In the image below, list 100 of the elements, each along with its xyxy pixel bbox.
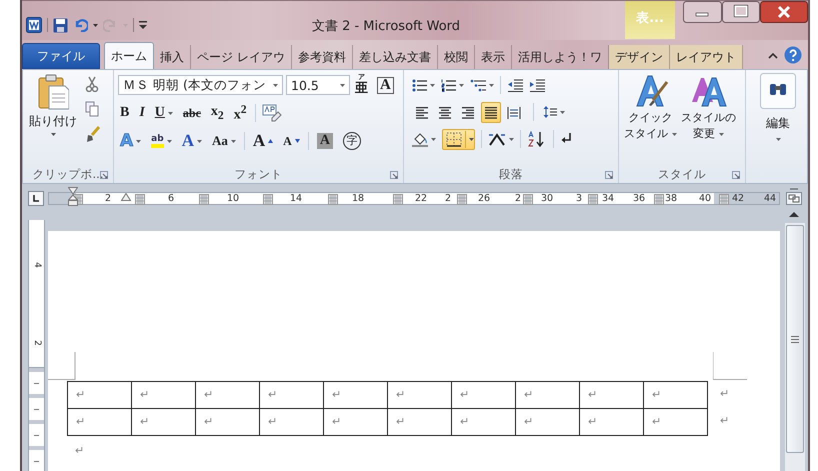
numbered-list-icon[interactable] [441, 78, 456, 92]
font-color-button[interactable]: A [180, 131, 204, 151]
table-cell[interactable]: ↵ [67, 408, 132, 436]
decrease-indent-icon[interactable] [507, 78, 523, 92]
tab-selector-icon[interactable] [28, 191, 44, 206]
grow-font-button[interactable]: A [250, 131, 276, 151]
column-marker-icon[interactable] [393, 194, 403, 205]
scissors-icon[interactable] [85, 76, 99, 92]
italic-button[interactable]: I [137, 103, 147, 123]
customize-icon[interactable] [139, 20, 147, 30]
caret-icon[interactable] [459, 84, 464, 86]
caret-icon[interactable] [93, 24, 98, 26]
column-marker-icon[interactable] [135, 194, 145, 205]
strikethrough-button[interactable]: abc [180, 103, 203, 123]
bullet-list-icon[interactable] [412, 78, 427, 92]
app-icon[interactable] [26, 17, 42, 33]
grow-arrow-icon[interactable] [268, 139, 274, 143]
caret-icon[interactable] [196, 140, 202, 142]
ribbon-tab[interactable]: ホーム [104, 42, 154, 69]
copy-icon[interactable] [85, 101, 99, 117]
quick-styles-button[interactable]: クイック スタイル [623, 72, 678, 166]
group-label: 段落 [499, 167, 523, 182]
underline-button[interactable]: U [152, 103, 175, 123]
scrollbar-thumb[interactable] [786, 225, 804, 453]
minimize-button[interactable] [683, 1, 722, 23]
caret-icon[interactable] [672, 132, 677, 136]
dialog-launcher-icon[interactable] [390, 171, 398, 179]
table-cell[interactable]: ↵ [643, 381, 708, 409]
justify-button[interactable] [481, 102, 501, 122]
highlight-button[interactable]: ab [149, 131, 174, 151]
caret-icon[interactable] [560, 110, 565, 114]
caret-icon[interactable] [509, 138, 514, 140]
indent-marker-icon[interactable] [68, 187, 78, 207]
dialog-launcher-icon[interactable] [732, 171, 740, 179]
shrink-arrow-icon[interactable] [294, 139, 300, 143]
ribbon-tab[interactable]: デザイン [608, 45, 670, 69]
ruler-number: 2 [514, 193, 522, 204]
ruler-number: 42 [732, 193, 744, 204]
view-ruler-icon[interactable] [785, 188, 803, 205]
caret-icon[interactable] [719, 132, 724, 136]
dialog-launcher-icon[interactable] [605, 171, 613, 179]
column-marker-icon[interactable] [654, 194, 664, 205]
shading-icon[interactable] [412, 132, 428, 146]
superscript-button[interactable]: x$^{2}$ [232, 103, 249, 123]
show-formatting-marks-icon[interactable] [560, 132, 572, 146]
column-marker-icon[interactable] [328, 194, 338, 205]
caret-icon[interactable] [489, 84, 494, 86]
caret-icon[interactable] [273, 84, 278, 86]
clear-formatting-icon[interactable] [262, 104, 282, 122]
caret-icon[interactable] [166, 140, 172, 142]
column-marker-icon[interactable] [588, 194, 598, 205]
column-marker-icon[interactable] [263, 194, 273, 205]
collapse-ribbon-icon[interactable] [768, 52, 778, 58]
column-marker-icon[interactable] [457, 194, 467, 205]
clipboard-icon[interactable] [37, 74, 69, 110]
caret-icon[interactable] [168, 112, 173, 114]
ribbon-tab[interactable]: ファイル [22, 43, 100, 69]
line-spacing-icon[interactable] [543, 105, 557, 119]
help-icon[interactable] [784, 46, 802, 64]
close-button[interactable] [760, 1, 808, 23]
caret-icon[interactable] [136, 140, 142, 142]
character-shading-button[interactable]: A [314, 131, 335, 151]
bold-button[interactable]: B [118, 103, 132, 123]
ribbon-tab[interactable]: レイアウト [670, 45, 743, 69]
editing-button[interactable]: 編集 [752, 71, 804, 183]
caret-icon[interactable] [230, 140, 236, 142]
undo-icon[interactable] [73, 18, 88, 32]
subscript-button[interactable]: x$_{2}$ [208, 103, 226, 123]
enclosed-character-button[interactable]: 字 [340, 131, 363, 151]
shrink-font-button[interactable]: A [281, 131, 302, 151]
ruler-number: 44 [764, 193, 776, 204]
font-size-field[interactable]: 10.5 [286, 75, 350, 95]
caret-icon[interactable] [431, 138, 436, 140]
increase-indent-icon[interactable] [529, 78, 545, 92]
column-marker-icon[interactable] [523, 194, 533, 205]
caret-icon[interactable] [340, 84, 345, 86]
caret-icon[interactable] [430, 84, 435, 86]
font-name-field[interactable]: ＭＳ 明朝 (本文のフォン [118, 75, 283, 95]
dialog-launcher-icon[interactable] [100, 171, 108, 179]
maximize-button[interactable] [722, 1, 760, 23]
table-cell[interactable]: ↵ [643, 408, 708, 436]
change-styles-button[interactable]: スタイルの 変更 [680, 72, 737, 166]
multilevel-list-icon[interactable] [470, 78, 486, 92]
asian-layout-icon[interactable] [488, 132, 506, 146]
paste-button[interactable]: 貼り付け [27, 74, 79, 166]
borders-button[interactable] [442, 128, 475, 150]
ruler-number: 40 [698, 193, 712, 204]
justify-icon [484, 106, 498, 118]
caret-icon[interactable] [50, 133, 56, 136]
table-cell[interactable]: ↵ [67, 381, 132, 409]
hanging-indent-icon[interactable] [121, 193, 131, 201]
character-border-button[interactable]: A [377, 76, 394, 94]
save-icon[interactable] [53, 18, 68, 32]
ruler-number: 2 [104, 193, 112, 204]
caret-icon[interactable] [469, 138, 474, 140]
format-painter-icon[interactable] [85, 126, 101, 142]
column-marker-icon[interactable] [199, 194, 209, 205]
caret-icon[interactable] [776, 138, 780, 141]
change-case-button[interactable]: Aa [210, 131, 238, 151]
column-marker-icon[interactable] [719, 194, 729, 205]
